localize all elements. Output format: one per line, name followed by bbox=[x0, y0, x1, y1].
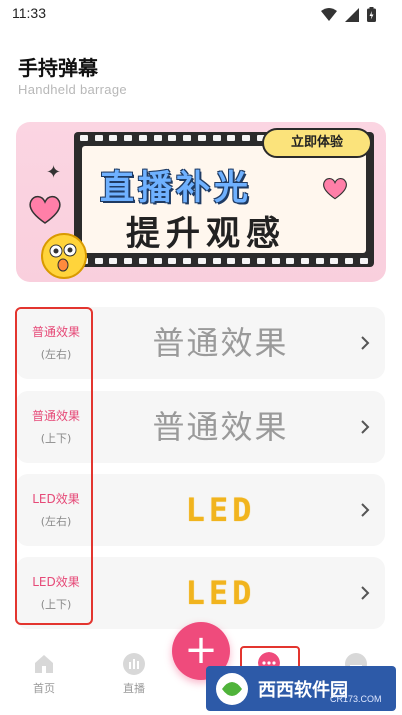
effect-label: 普通效果 bbox=[31, 325, 80, 339]
effect-direction: (上下) bbox=[40, 598, 72, 611]
effect-card-led-horizontal[interactable]: LED效果 (左右) LED bbox=[16, 474, 385, 546]
surprised-face-icon bbox=[41, 233, 87, 279]
nav-item-live[interactable]: 直播 bbox=[104, 652, 164, 696]
effect-label: LED效果 bbox=[32, 492, 80, 506]
promo-banner[interactable]: 直播补光 提升观感 立即体验 ✦ bbox=[16, 122, 386, 282]
effect-card-normal-vertical[interactable]: 普通效果 (上下) 普通效果 bbox=[16, 391, 385, 463]
try-now-button[interactable]: 立即体验 bbox=[262, 128, 372, 158]
wifi-icon bbox=[321, 7, 337, 21]
live-icon bbox=[123, 653, 145, 675]
effect-label: 普通效果 bbox=[31, 409, 80, 423]
effect-label: LED效果 bbox=[32, 575, 80, 589]
effect-preview: 普通效果 bbox=[152, 324, 289, 362]
chevron-right-icon bbox=[361, 336, 370, 350]
page-subtitle: Handheld barrage bbox=[18, 82, 127, 97]
status-bar: 11:33 bbox=[0, 0, 402, 28]
battery-icon bbox=[367, 7, 376, 22]
chevron-right-icon bbox=[361, 420, 370, 434]
effect-direction: (左右) bbox=[40, 515, 72, 528]
home-icon bbox=[35, 655, 53, 673]
nav-label: 直播 bbox=[123, 682, 145, 695]
sparkle-icon: ✦ bbox=[46, 162, 62, 183]
signal-icon bbox=[345, 7, 359, 22]
effect-preview: 普通效果 bbox=[152, 408, 289, 446]
effect-card-normal-horizontal[interactable]: 普通效果 (左右) 普通效果 bbox=[16, 307, 385, 379]
status-time: 11:33 bbox=[12, 5, 46, 21]
effect-preview-led: LED bbox=[185, 574, 256, 612]
effect-direction: (左右) bbox=[40, 348, 72, 361]
watermark-sub: CR173.COM bbox=[330, 694, 382, 704]
nav-label: 首页 bbox=[33, 682, 55, 695]
chevron-right-icon bbox=[361, 503, 370, 517]
effect-card-led-vertical[interactable]: LED效果 (上下) LED bbox=[16, 557, 385, 629]
banner-headline: 直播补光 bbox=[100, 168, 252, 208]
watermark-logo-icon bbox=[216, 673, 248, 705]
effect-preview-led: LED bbox=[185, 491, 256, 529]
effect-direction: (上下) bbox=[40, 432, 72, 445]
nav-item-home[interactable]: 首页 bbox=[14, 652, 74, 696]
banner-subheadline: 提升观感 bbox=[126, 214, 286, 254]
page-title: 手持弹幕 bbox=[18, 56, 98, 80]
status-icons bbox=[321, 7, 376, 22]
site-watermark: 西西软件园 CR173.COM bbox=[206, 666, 396, 711]
chevron-right-icon bbox=[361, 586, 370, 600]
heart-icon bbox=[29, 195, 61, 224]
heart-icon bbox=[323, 177, 347, 200]
